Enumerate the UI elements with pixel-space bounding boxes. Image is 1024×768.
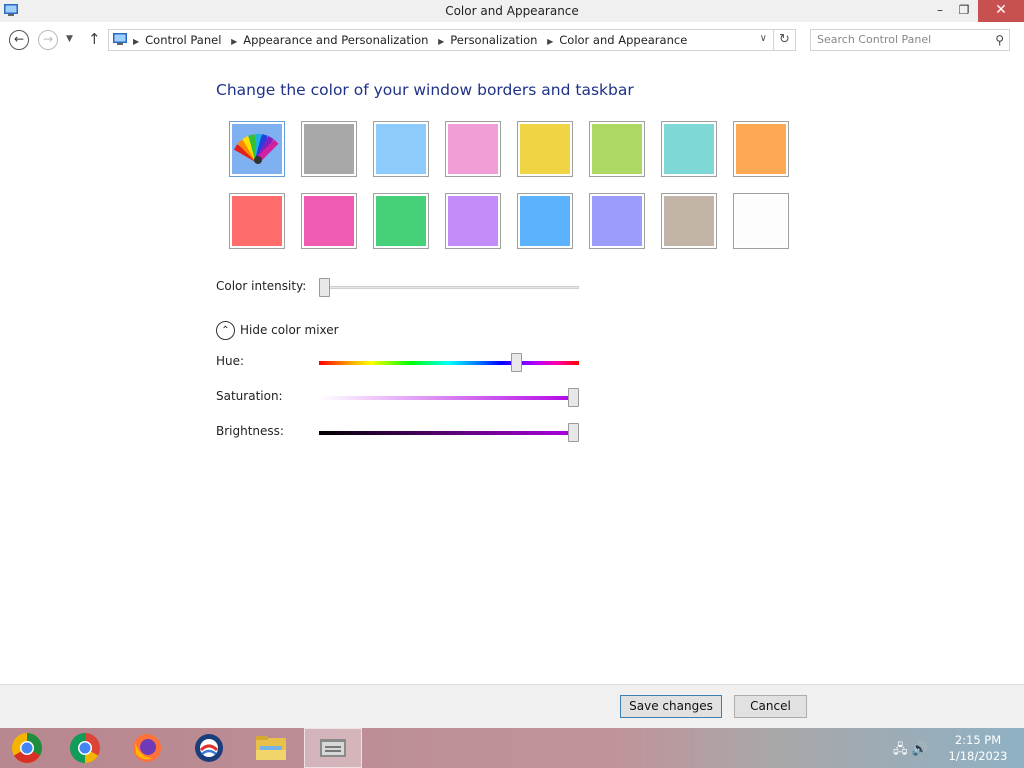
taskbar-control-panel[interactable] xyxy=(304,728,362,768)
close-button[interactable]: ✕ xyxy=(978,0,1024,22)
hue-label: Hue: xyxy=(216,354,245,368)
address-bar[interactable]: ▶ Control Panel ▶ Appearance and Personali… xyxy=(108,29,774,51)
breadcrumb-separator-icon[interactable]: ▶ xyxy=(133,37,139,46)
navigation-bar: ← → ▼ ↑ ▶ Control Panel ▶ Appearance and P… xyxy=(0,22,1024,58)
restore-button[interactable]: ❐ xyxy=(952,0,976,22)
breadcrumb-control-panel[interactable]: Control Panel xyxy=(145,33,221,47)
swatch-fill xyxy=(520,196,570,246)
hide-color-mixer-label[interactable]: Hide color mixer xyxy=(240,323,339,337)
chrome-icon xyxy=(69,733,100,763)
swatch-fill xyxy=(592,196,642,246)
system-tray: 🖧 🔊 xyxy=(893,740,928,762)
swatch-gray[interactable] xyxy=(301,121,357,177)
taskbar: 🖧 🔊 2:15 PM 1/18/2023 xyxy=(0,728,1024,768)
folder-icon xyxy=(256,736,286,760)
search-input[interactable] xyxy=(817,33,987,46)
taskbar-clock[interactable]: 2:15 PM 1/18/2023 xyxy=(938,732,1018,764)
color-intensity-label: Color intensity: xyxy=(216,279,307,293)
swatch-magenta[interactable] xyxy=(301,193,357,249)
swatch-orange[interactable] xyxy=(733,121,789,177)
swatch-automatic[interactable] xyxy=(229,121,285,177)
taskbar-chrome[interactable] xyxy=(56,728,114,768)
swatch-white[interactable] xyxy=(733,193,789,249)
swatch-fill xyxy=(232,196,282,246)
color-intensity-slider[interactable] xyxy=(319,286,579,289)
breadcrumb-separator-icon[interactable]: ▶ xyxy=(547,37,553,46)
swatch-fill xyxy=(448,196,498,246)
breadcrumb-separator-icon[interactable]: ▶ xyxy=(231,37,237,46)
brightness-slider[interactable] xyxy=(319,431,579,435)
swatch-fill xyxy=(232,124,282,174)
taskbar-chrome-canary[interactable] xyxy=(0,728,58,768)
swatch-fill xyxy=(376,196,426,246)
swatch-yellow[interactable] xyxy=(517,121,573,177)
swatch-green[interactable] xyxy=(373,193,429,249)
opera-browser-icon xyxy=(195,734,223,762)
breadcrumb-appearance-personalization[interactable]: Appearance and Personalization xyxy=(243,33,428,47)
brightness-slider-thumb[interactable] xyxy=(568,423,579,442)
swatch-purple[interactable] xyxy=(445,193,501,249)
brightness-label: Brightness: xyxy=(216,424,284,438)
chrome-canary-icon xyxy=(12,733,43,764)
address-dropdown-icon[interactable]: ∨ xyxy=(760,33,767,44)
dialog-footer: Save changes Cancel xyxy=(0,684,1024,728)
swatch-teal[interactable] xyxy=(661,121,717,177)
swatch-fill xyxy=(592,124,642,174)
network-icon[interactable]: 🖧 xyxy=(893,742,908,757)
swatch-fill xyxy=(376,124,426,174)
up-arrow-icon[interactable]: ↑ xyxy=(88,30,101,48)
window-title: Color and Appearance xyxy=(445,4,579,18)
swatch-fill xyxy=(520,124,570,174)
swatch-red[interactable] xyxy=(229,193,285,249)
volume-icon[interactable]: 🔊 xyxy=(912,742,928,757)
breadcrumb-color-appearance[interactable]: Color and Appearance xyxy=(559,33,687,47)
cancel-button[interactable]: Cancel xyxy=(734,695,807,718)
title-bar: Color and Appearance – ❐ ✕ xyxy=(0,0,1024,22)
swatch-fill xyxy=(664,124,714,174)
taskbar-firefox[interactable] xyxy=(118,728,176,768)
swatch-taupe[interactable] xyxy=(661,193,717,249)
forward-button[interactable]: → xyxy=(38,30,58,50)
refresh-button[interactable]: ↻ xyxy=(774,29,796,51)
swatch-pink[interactable] xyxy=(445,121,501,177)
minimize-button[interactable]: – xyxy=(928,0,952,22)
back-button[interactable]: ← xyxy=(9,30,29,50)
swatch-fill xyxy=(664,196,714,246)
hue-slider[interactable] xyxy=(319,361,579,365)
color-palette-icon xyxy=(233,134,279,164)
control-panel-icon xyxy=(113,33,127,45)
save-changes-button[interactable]: Save changes xyxy=(620,695,722,718)
swatch-fill xyxy=(304,196,354,246)
desktop-screen: Color and Appearance – ❐ ✕ ← → ▼ ↑ ▶ Cont… xyxy=(0,0,1024,768)
search-box[interactable]: ⚲ xyxy=(810,29,1010,51)
saturation-slider-thumb[interactable] xyxy=(568,388,579,407)
breadcrumb: ▶ Control Panel ▶ Appearance and Personali… xyxy=(133,33,693,47)
saturation-label: Saturation: xyxy=(216,389,283,403)
search-icon[interactable]: ⚲ xyxy=(995,33,1004,47)
saturation-slider[interactable] xyxy=(319,396,579,400)
swatch-lime[interactable] xyxy=(589,121,645,177)
swatch-periwinkle[interactable] xyxy=(589,193,645,249)
swatch-fill xyxy=(736,124,786,174)
clock-date: 1/18/2023 xyxy=(948,749,1008,763)
color-intensity-slider-thumb[interactable] xyxy=(319,278,330,297)
control-panel-icon xyxy=(320,739,346,757)
swatch-blue[interactable] xyxy=(517,193,573,249)
swatch-fill xyxy=(448,124,498,174)
breadcrumb-personalization[interactable]: Personalization xyxy=(450,33,537,47)
swatch-light-blue[interactable] xyxy=(373,121,429,177)
taskbar-opera-browser[interactable] xyxy=(180,728,238,768)
recent-locations-icon[interactable]: ▼ xyxy=(66,34,73,44)
hue-slider-thumb[interactable] xyxy=(510,353,522,372)
breadcrumb-separator-icon[interactable]: ▶ xyxy=(438,37,444,46)
swatch-fill xyxy=(304,124,354,174)
swatch-fill xyxy=(736,196,786,246)
firefox-icon xyxy=(133,734,161,762)
clock-time: 2:15 PM xyxy=(954,733,1002,747)
chevron-up-icon[interactable]: ⌃ xyxy=(216,321,235,340)
page-title: Change the color of your window borders … xyxy=(216,81,634,99)
taskbar-file-explorer[interactable] xyxy=(242,728,300,768)
